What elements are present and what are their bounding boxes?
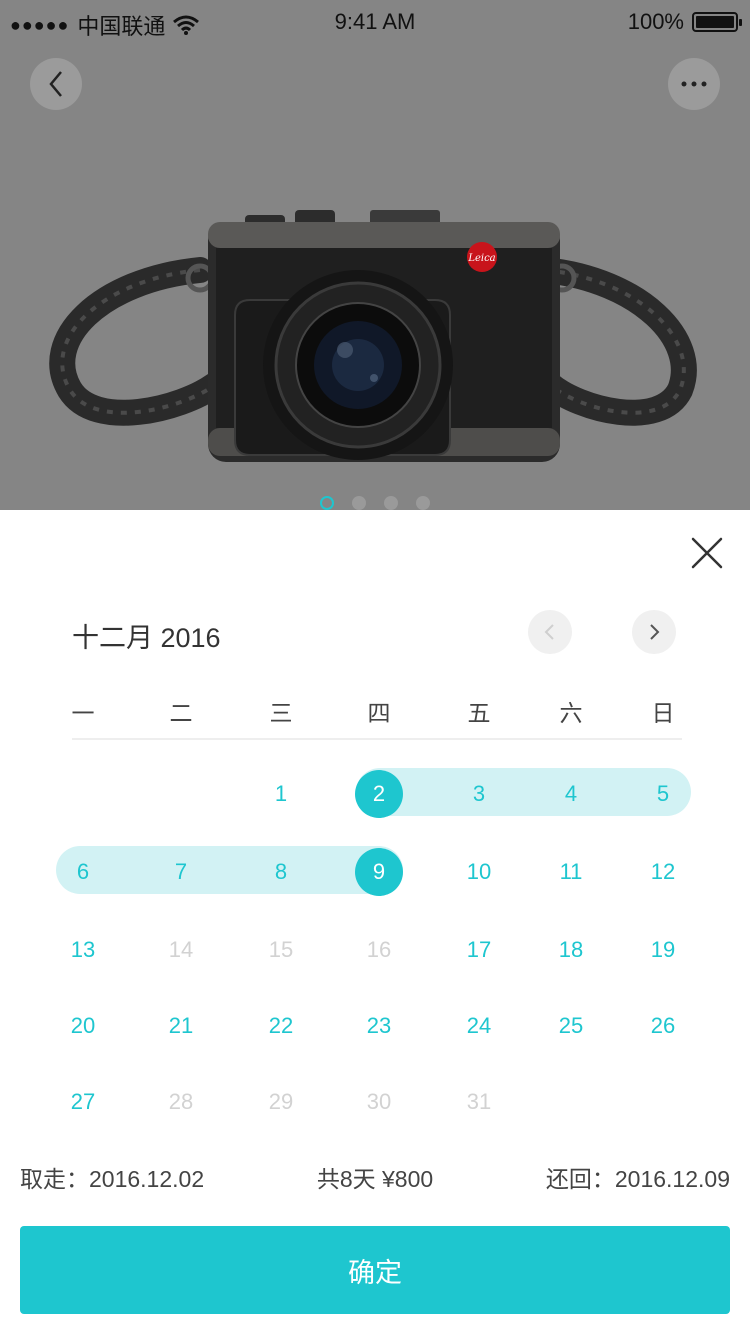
return-date: 还回：2016.12.09 bbox=[545, 1166, 730, 1192]
pager-dot[interactable] bbox=[320, 496, 334, 510]
calendar-day: 15 bbox=[268, 937, 294, 962]
calendar-day[interactable]: 12 bbox=[639, 848, 687, 896]
camera-product-image: Leica bbox=[49, 210, 697, 462]
calendar-day[interactable]: 21 bbox=[157, 1002, 205, 1050]
calendar-day[interactable]: 18 bbox=[547, 926, 595, 974]
calendar-day: 16 bbox=[366, 937, 392, 962]
calendar-day[interactable]: 4 bbox=[547, 770, 595, 818]
rental-summary: 取走：2016.12.02 共8天 ¥800 还回：2016.12.09 bbox=[0, 1160, 750, 1192]
calendar-day[interactable]: 20 bbox=[59, 1002, 107, 1050]
calendar-day: 30 bbox=[366, 1089, 392, 1114]
calendar-day[interactable]: 26 bbox=[639, 1002, 687, 1050]
svg-text:Leica: Leica bbox=[467, 253, 495, 264]
calendar-day[interactable]: 13 bbox=[59, 926, 107, 974]
calendar-day-selected[interactable]: 2 bbox=[355, 770, 403, 818]
calendar-day[interactable]: 27 bbox=[59, 1078, 107, 1126]
calendar-day[interactable]: 23 bbox=[355, 1002, 403, 1050]
calendar-day[interactable]: 8 bbox=[257, 848, 305, 896]
battery-percent: 100% bbox=[627, 9, 684, 34]
calendar-day[interactable]: 1 bbox=[257, 770, 305, 818]
pager-dot[interactable] bbox=[352, 496, 366, 510]
calendar-day[interactable]: 19 bbox=[639, 926, 687, 974]
battery-icon bbox=[692, 12, 742, 32]
status-bar: ●●●●● 中国联通 9:41 AM 100% bbox=[0, 0, 750, 44]
date-picker-sheet: 十二月 2016 一 二 三 四 五 六 日 1 2 3 4 5 6 7 8 9 10 11 12 13… bbox=[0, 510, 750, 1334]
back-button[interactable] bbox=[30, 58, 82, 110]
calendar-day[interactable]: 17 bbox=[455, 926, 503, 974]
chevron-left-icon bbox=[49, 71, 62, 97]
calendar-day: 14 bbox=[168, 937, 194, 962]
calendar-day[interactable]: 7 bbox=[157, 848, 205, 896]
calendar-day: 29 bbox=[268, 1089, 294, 1114]
pager-dot[interactable] bbox=[416, 496, 430, 510]
calendar-day[interactable]: 10 bbox=[455, 848, 503, 896]
calendar-day[interactable]: 5 bbox=[639, 770, 687, 818]
product-photo-area: ●●●●● 中国联通 9:41 AM 100% Leica bbox=[0, 0, 750, 510]
calendar-day: 28 bbox=[168, 1089, 194, 1114]
calendar-day[interactable]: 22 bbox=[257, 1002, 305, 1050]
calendar-day: 31 bbox=[466, 1089, 492, 1114]
pager-dot[interactable] bbox=[384, 496, 398, 510]
calendar-day[interactable]: 25 bbox=[547, 1002, 595, 1050]
calendar-day[interactable]: 11 bbox=[547, 848, 595, 896]
more-dots-icon bbox=[681, 81, 707, 87]
calendar-day[interactable]: 3 bbox=[455, 770, 503, 818]
calendar-grid: 1 2 3 4 5 6 7 8 9 10 11 12 13 14 15 16 17 18 19 20 21 22 23 24 2… bbox=[0, 510, 750, 1160]
confirm-button[interactable]: 确定 bbox=[20, 1226, 730, 1314]
calendar-day[interactable]: 6 bbox=[59, 848, 107, 896]
more-button[interactable] bbox=[668, 58, 720, 110]
calendar-day-selected[interactable]: 9 bbox=[355, 848, 403, 896]
image-pager bbox=[0, 496, 750, 510]
calendar-day[interactable]: 24 bbox=[455, 1002, 503, 1050]
